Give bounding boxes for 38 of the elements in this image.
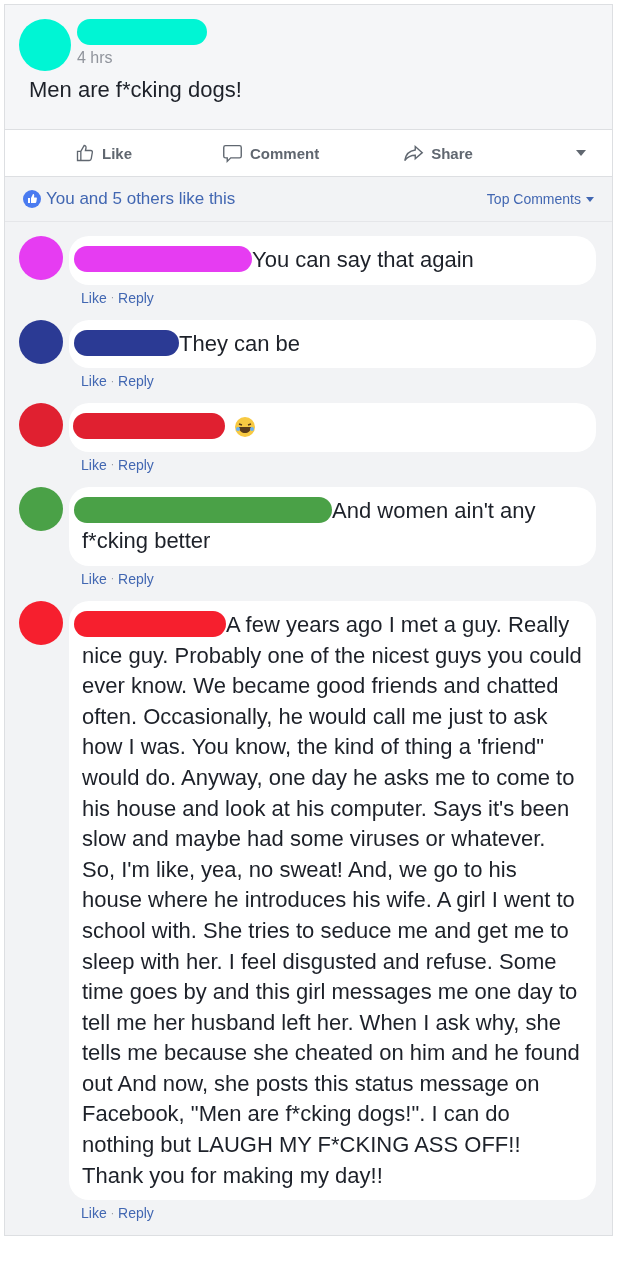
speech-bubble-icon <box>222 142 243 164</box>
like-badge-icon <box>23 190 41 208</box>
comment-text: And women ain't any f*cking better <box>82 497 536 554</box>
separator-dot: · <box>110 459 115 471</box>
like-link[interactable]: Like <box>81 456 107 473</box>
laughing-emoji-icon <box>235 417 255 438</box>
avatar <box>19 236 63 280</box>
post-text: Men are f*cking dogs! <box>29 77 243 103</box>
separator-dot: · <box>110 292 115 304</box>
like-link[interactable]: Like <box>81 373 107 390</box>
comment-button[interactable]: Comment <box>222 142 320 164</box>
avatar <box>19 600 63 645</box>
comment-text: You can say that again <box>252 247 474 272</box>
separator-dot: · <box>110 1207 115 1219</box>
post-time: 4 hrs <box>77 49 114 67</box>
caret-icon <box>586 196 594 202</box>
avatar <box>19 19 71 71</box>
reply-link[interactable]: Reply <box>118 373 154 390</box>
separator-dot: · <box>110 375 115 387</box>
like-button[interactable]: Like <box>75 143 132 163</box>
avatar <box>19 319 63 364</box>
like-link[interactable]: Like <box>81 289 107 306</box>
likes-summary-link[interactable]: You and 5 others like this <box>46 189 236 209</box>
avatar <box>19 403 63 448</box>
like-link[interactable]: Like <box>81 1205 107 1222</box>
reply-link[interactable]: Reply <box>118 1205 154 1222</box>
reply-link[interactable]: Reply <box>118 289 154 306</box>
share-button[interactable]: Share <box>403 142 473 164</box>
comment-text: A few years ago I met a guy. Really nice guy. Probably one of the nicest guys you could ever know. We became good friends and chatted often. Occasionally, he would call me just to ask how I was. You know, the kind of thing a 'friend" would do. Anyway, one day he asks me to come to his house and look at his computer. Says it's been slow and maybe had some viruses or whatever. So, I'm like, yea, no sweat! And, we go to his house where he introduces his wife. A girl I went to school with. She tries to seduce me and get me to sleep with her. I feel disgusted and refuse. Some time goes by and this girl messages me one day to tell me her husband left her. When I ask why, she tells me because she cheated on him and he found out And now, she posts this status message on Facebook, "Men are f*cking dogs!". I can do nothing but LAUGH MY F*CKING ASS OFF!! Thank you for making my day!! <box>82 611 582 1188</box>
thumbs-up-icon <box>75 143 95 163</box>
comment-text: They can be <box>179 330 301 356</box>
avatar <box>19 486 63 531</box>
caret-icon[interactable] <box>576 150 586 156</box>
top-comments-dropdown[interactable]: Top Comments <box>486 191 594 207</box>
reply-link[interactable]: Reply <box>118 570 154 587</box>
separator-dot: · <box>110 573 115 585</box>
reply-link[interactable]: Reply <box>118 456 154 473</box>
like-link[interactable]: Like <box>81 570 107 587</box>
